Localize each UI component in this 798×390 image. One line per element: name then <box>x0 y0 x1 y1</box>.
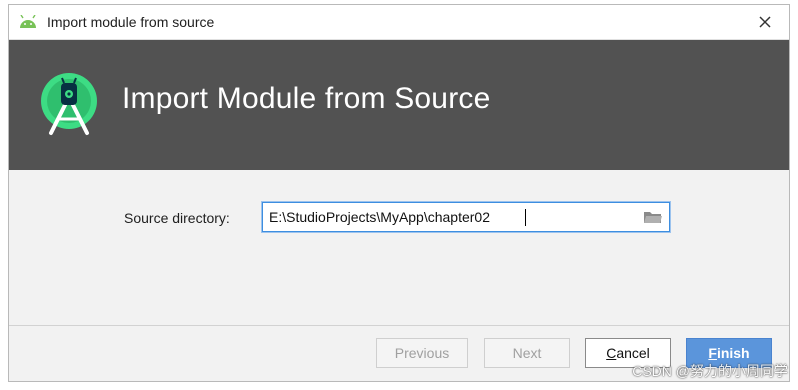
next-button-label: Next <box>512 345 542 361</box>
android-icon <box>18 14 38 29</box>
source-directory-label: Source directory: <box>124 210 230 226</box>
title-bar[interactable]: Import module from source <box>9 5 789 40</box>
close-icon[interactable] <box>753 10 777 34</box>
banner-heading: Import Module from Source <box>122 82 491 115</box>
previous-button[interactable]: Previous <box>376 338 468 368</box>
next-button[interactable]: Next <box>484 338 570 368</box>
finish-button-label: inish <box>716 345 750 361</box>
previous-button-label: Previous <box>394 345 450 361</box>
watermark-text: CSDN @努力的小周同学 <box>632 363 788 379</box>
cancel-mnemonic: C <box>606 345 617 361</box>
folder-icon[interactable] <box>643 208 663 226</box>
header-banner: Import Module from Source <box>9 40 789 170</box>
android-studio-logo-icon <box>37 71 101 137</box>
cancel-button-label: ancel <box>616 345 650 361</box>
source-directory-field[interactable] <box>262 202 670 232</box>
finish-mnemonic: F <box>708 345 717 361</box>
import-module-dialog: Import module from source Import Module … <box>8 4 790 382</box>
text-caret <box>525 209 526 226</box>
content-area: Source directory: <box>9 170 789 325</box>
source-directory-input[interactable] <box>269 203 639 231</box>
window-title: Import module from source <box>47 14 215 30</box>
